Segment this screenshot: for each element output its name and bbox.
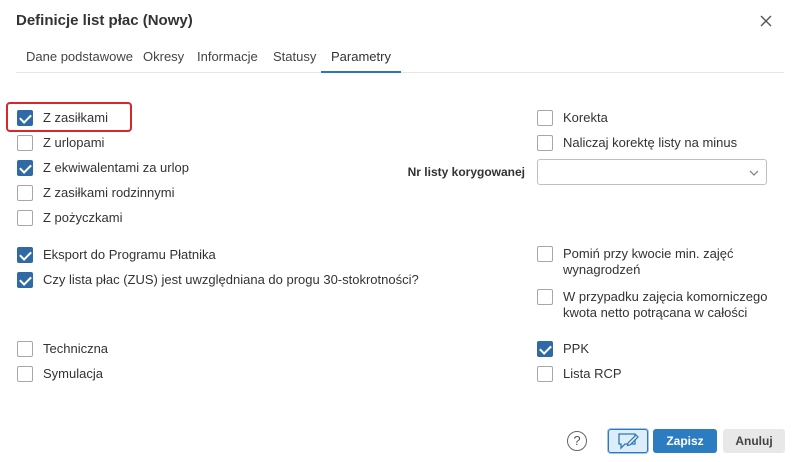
- checkbox-label-line1: W przypadku zajęcia komorniczego: [563, 289, 768, 304]
- checkbox-z-urlopami[interactable]: Z urlopami: [17, 135, 104, 151]
- checkbox-box[interactable]: [17, 341, 33, 357]
- checkbox-label: Czy lista płac (ZUS) jest uwzględniana d…: [43, 272, 419, 287]
- tab-parametry[interactable]: Parametry: [321, 44, 401, 73]
- tab-bar: Dane podstawowe Okresy Informacje Status…: [16, 44, 800, 73]
- close-icon: [760, 15, 772, 27]
- checkbox-label-line2: kwota netto potrącana w całości: [563, 305, 748, 320]
- tab-dane-podstawowe[interactable]: Dane podstawowe: [26, 44, 133, 73]
- help-icon: ?: [573, 433, 581, 448]
- checkbox-prog-30-stokrotnosci[interactable]: Czy lista płac (ZUS) jest uwzględniana d…: [17, 272, 419, 288]
- save-button[interactable]: Zapisz: [653, 429, 717, 453]
- checkbox-label: Z zasiłkami rodzinnymi: [43, 185, 175, 200]
- checkbox-techniczna[interactable]: Techniczna: [17, 341, 108, 357]
- tab-informacje[interactable]: Informacje: [197, 44, 258, 73]
- checkbox-zajecie-komornicze[interactable]: W przypadku zajęcia komorniczego kwota n…: [537, 289, 767, 321]
- checkbox-label: PPK: [563, 341, 590, 356]
- cancel-button[interactable]: Anuluj: [723, 429, 785, 453]
- checkbox-box[interactable]: [537, 135, 553, 151]
- tab-okresy[interactable]: Okresy: [143, 44, 184, 73]
- checkbox-box[interactable]: [17, 110, 33, 126]
- tab-statusy[interactable]: Statusy: [273, 44, 316, 73]
- checkbox-label: Z urlopami: [43, 135, 105, 150]
- checkbox-pomin-kwota-min[interactable]: Pomiń przy kwocie min. zajęć wynagrodzeń: [537, 246, 734, 278]
- checkbox-label: Symulacja: [43, 366, 103, 381]
- checkbox-label: Z pożyczkami: [43, 210, 123, 225]
- checkbox-label-line2: wynagrodzeń: [563, 262, 641, 277]
- checkbox-box[interactable]: [537, 246, 553, 262]
- dialog-title: Definicje list płac (Nowy): [16, 12, 193, 29]
- checkbox-z-zasilkami[interactable]: Z zasiłkami: [17, 110, 108, 126]
- checkbox-box[interactable]: [17, 185, 33, 201]
- checkbox-label: Pomiń przy kwocie min. zajęć wynagrodzeń: [563, 246, 734, 278]
- checkbox-z-ekwiwalentami[interactable]: Z ekwiwalentami za urlop: [17, 160, 189, 176]
- checkbox-label: Z zasiłkami: [43, 110, 109, 125]
- checkbox-box[interactable]: [537, 289, 553, 305]
- checkbox-box[interactable]: [537, 341, 553, 357]
- close-button[interactable]: [756, 11, 776, 31]
- checkbox-box[interactable]: [17, 366, 33, 382]
- checkbox-z-zasilkami-rodzinnymi[interactable]: Z zasiłkami rodzinnymi: [17, 185, 174, 201]
- checkbox-box[interactable]: [537, 110, 553, 126]
- checkbox-box[interactable]: [17, 272, 33, 288]
- edit-note-button[interactable]: [608, 429, 648, 453]
- checkbox-symulacja[interactable]: Symulacja: [17, 366, 103, 382]
- checkbox-korekta[interactable]: Korekta: [537, 110, 608, 126]
- checkbox-ppk[interactable]: PPK: [537, 341, 589, 357]
- checkbox-label: Eksport do Programu Płatnika: [43, 247, 216, 262]
- checkbox-korekta-na-minus[interactable]: Naliczaj korektę listy na minus: [537, 135, 737, 151]
- checkbox-label: Z ekwiwalentami za urlop: [43, 160, 189, 175]
- checkbox-box[interactable]: [537, 366, 553, 382]
- checkbox-label: Lista RCP: [563, 366, 622, 381]
- checkbox-eksport-platnika[interactable]: Eksport do Programu Płatnika: [17, 247, 216, 263]
- checkbox-label: W przypadku zajęcia komorniczego kwota n…: [563, 289, 767, 321]
- checkbox-lista-rcp[interactable]: Lista RCP: [537, 366, 622, 382]
- checkbox-box[interactable]: [17, 160, 33, 176]
- checkbox-box[interactable]: [17, 210, 33, 226]
- nr-listy-korygowanej-select[interactable]: [537, 159, 767, 185]
- checkbox-label: Korekta: [563, 110, 608, 125]
- checkbox-label-line1: Pomiń przy kwocie min. zajęć: [563, 246, 734, 261]
- nr-listy-korygowanej-label: Nr listy korygowanej: [407, 165, 525, 179]
- checkbox-label: Techniczna: [43, 341, 109, 356]
- checkbox-z-pozyczkami[interactable]: Z pożyczkami: [17, 210, 122, 226]
- checkbox-box[interactable]: [17, 135, 33, 151]
- checkbox-box[interactable]: [17, 247, 33, 263]
- chevron-down-icon: [749, 170, 759, 176]
- help-button[interactable]: ?: [567, 431, 587, 451]
- edit-note-icon: [618, 433, 639, 450]
- checkbox-label: Naliczaj korektę listy na minus: [563, 135, 738, 150]
